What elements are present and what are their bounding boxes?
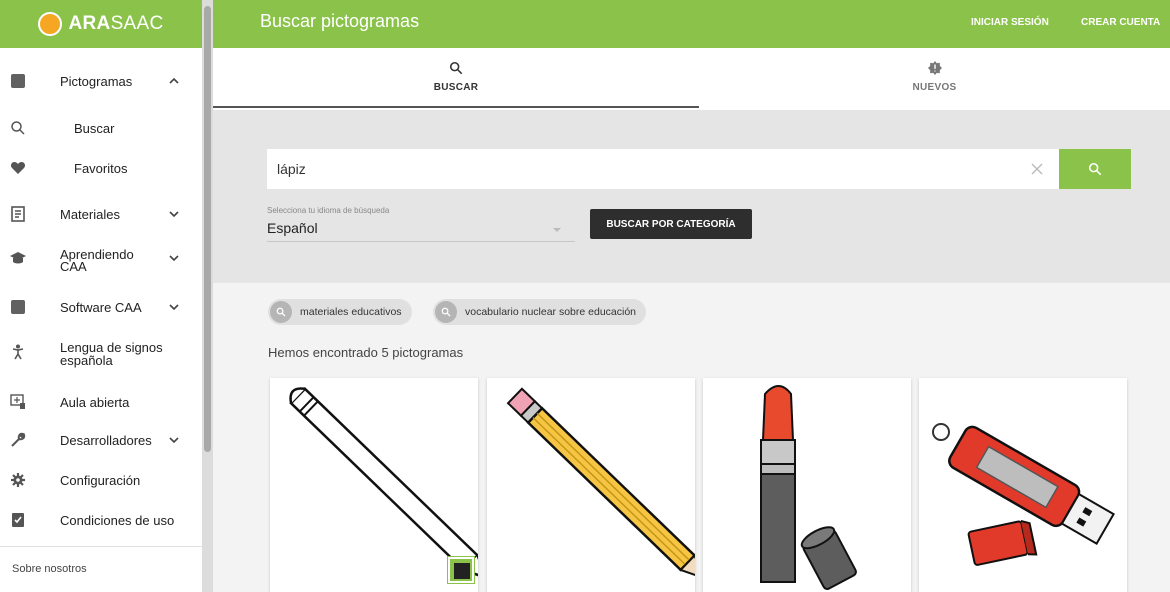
language-select[interactable]: Español <box>267 220 575 242</box>
drag-handle-icon[interactable] <box>448 557 474 583</box>
sidebar-item-condiciones-de-uso[interactable]: Condiciones de uso <box>0 504 202 536</box>
sidebar-item-aula-abierta[interactable]: Aula abierta <box>0 386 202 418</box>
search-icon <box>270 301 292 323</box>
active-tab-indicator <box>213 106 699 108</box>
brand-suffix: SAAC <box>110 13 164 34</box>
search-button[interactable] <box>1059 149 1131 189</box>
tab-label: BUSCAR <box>433 82 479 93</box>
search-panel: Selecciona tu idioma de búsqueda Español… <box>213 110 1170 283</box>
pictogram-card-pencil-yellow[interactable] <box>487 378 695 592</box>
search-icon <box>449 61 463 75</box>
language-select-label: Selecciona tu idioma de búsqueda <box>267 206 390 215</box>
usb-drive-pictogram <box>932 423 1115 566</box>
search-icon <box>11 121 25 135</box>
sidebar-about-link[interactable]: Sobre nosotros <box>0 546 202 592</box>
results-count: Hemos encontrado 5 pictogramas <box>268 345 464 360</box>
sidebar-item-label: Configuración <box>60 473 141 488</box>
sidebar-item-label: Pictogramas <box>60 74 133 89</box>
language-select-value: Español <box>267 220 318 236</box>
newspaper-icon <box>11 206 25 222</box>
dropdown-caret-icon <box>553 228 561 232</box>
graduation-cap-icon <box>10 252 26 264</box>
classroom-icon <box>10 394 25 409</box>
related-search-chip[interactable]: materiales educativos <box>268 299 412 325</box>
tab-label: NUEVOS <box>912 82 957 93</box>
search-input[interactable] <box>267 149 1059 189</box>
chip-label: materiales educativos <box>300 306 402 318</box>
sidebar-item-lengua-de-signos[interactable]: Lengua de signos española <box>0 334 202 372</box>
sidebar-item-label: Materiales <box>60 207 120 222</box>
sidebar-item-desarrolladores[interactable]: Desarrolladores <box>0 424 202 456</box>
chevron-down-icon[interactable] <box>168 434 180 446</box>
scrollbar-thumb[interactable] <box>204 6 211 452</box>
checklist-icon <box>12 513 24 527</box>
sidebar: ARASAAC Pictogramas Buscar Favoritos Mat… <box>0 0 202 592</box>
page-title: Buscar pictogramas <box>260 11 420 31</box>
sidebar-item-software-caa[interactable]: Software CAA <box>0 290 202 324</box>
pictogram-card-lipstick[interactable] <box>703 378 911 592</box>
sidebar-item-configuracion[interactable]: Configuración <box>0 464 202 496</box>
sidebar-item-buscar[interactable]: Buscar <box>0 112 202 144</box>
pictogram-card-pencil-outline[interactable] <box>270 378 478 592</box>
heart-icon <box>10 162 26 174</box>
login-button[interactable]: INICIAR SESIÓN <box>971 17 1049 28</box>
sidebar-item-favoritos[interactable]: Favoritos <box>0 152 202 184</box>
chevron-down-icon[interactable] <box>168 208 180 220</box>
sidebar-item-label: Favoritos <box>74 161 128 176</box>
wrench-icon <box>11 432 26 447</box>
sidebar-item-aprendiendo-caa[interactable]: Aprendiendo CAA <box>0 240 202 276</box>
chevron-down-icon[interactable] <box>168 252 180 264</box>
sidebar-item-label: Desarrolladores <box>60 433 152 448</box>
sidebar-item-label: Aula abierta <box>60 395 130 410</box>
chevron-down-icon[interactable] <box>168 301 180 313</box>
pencil-yellow-pictogram <box>506 387 695 580</box>
search-by-category-button[interactable]: BUSCAR POR CATEGORÍA <box>590 209 752 239</box>
new-badge-icon <box>927 61 942 75</box>
tab-bar: BUSCAR NUEVOS <box>213 48 1170 110</box>
sidebar-item-label: Software CAA <box>60 300 142 315</box>
search-icon <box>1088 162 1102 176</box>
related-search-chip[interactable]: vocabulario nuclear sobre educación <box>433 299 647 325</box>
sidebar-item-materiales[interactable]: Materiales <box>0 198 202 230</box>
tab-nuevos[interactable]: NUEVOS <box>699 48 1170 110</box>
brand-logo[interactable]: ARASAAC <box>0 0 202 48</box>
brand-prefix: ARA <box>68 13 111 34</box>
gear-icon <box>11 473 25 487</box>
pictogram-card-usb-drive[interactable] <box>919 378 1127 592</box>
sidebar-item-pictogramas[interactable]: Pictogramas <box>0 62 202 100</box>
chip-label: vocabulario nuclear sobre educación <box>465 306 637 318</box>
image-icon <box>10 299 26 315</box>
sidebar-item-label-2: CAA <box>60 259 87 274</box>
top-app-bar: Buscar pictogramas INICIAR SESIÓN CREAR … <box>213 0 1170 48</box>
arasaac-logo-icon <box>38 12 63 36</box>
close-icon[interactable] <box>1030 162 1044 176</box>
sidebar-item-label-2: española <box>60 353 113 368</box>
sidebar-scrollbar[interactable] <box>202 0 213 592</box>
signup-button[interactable]: CREAR CUENTA <box>1081 17 1160 28</box>
person-icon <box>12 344 24 360</box>
sidebar-item-label: Buscar <box>74 121 115 136</box>
search-icon <box>435 301 457 323</box>
image-icon <box>10 73 26 89</box>
tab-buscar[interactable]: BUSCAR <box>213 48 699 110</box>
pencil-outline-pictogram <box>289 387 478 581</box>
lipstick-pictogram <box>760 385 857 590</box>
chevron-up-icon[interactable] <box>168 75 180 87</box>
sidebar-item-label: Condiciones de uso <box>60 513 175 528</box>
